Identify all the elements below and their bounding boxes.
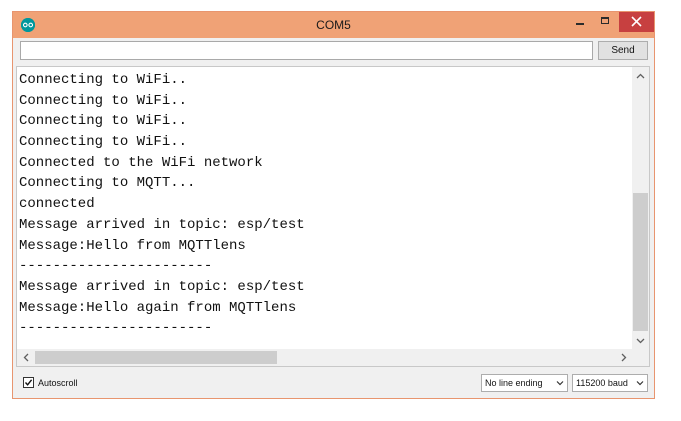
chevron-right-icon[interactable] — [615, 349, 632, 366]
vertical-scroll-thumb[interactable] — [633, 193, 648, 331]
chevron-down-icon — [556, 381, 564, 386]
maximize-button[interactable] — [593, 12, 619, 32]
minimize-icon — [576, 23, 584, 25]
arduino-icon — [21, 18, 35, 32]
output-line: Connecting to WiFi.. — [19, 72, 188, 88]
output-lines: Connecting to WiFi.. Connecting to WiFi.… — [19, 70, 305, 339]
output-line: Connected to the WiFi network — [19, 154, 263, 171]
output-line: ----------------------- — [19, 258, 213, 275]
scrollbar-corner — [632, 349, 649, 366]
chevron-down-icon[interactable] — [632, 332, 649, 349]
line-ending-select[interactable]: No line ending — [481, 374, 568, 392]
output-line: Message arrived in topic: esp/test — [19, 216, 305, 233]
horizontal-scroll-thumb[interactable] — [35, 351, 277, 364]
autoscroll-checkbox[interactable]: Autoscroll — [23, 377, 78, 388]
output-line: Connecting to MQTT... — [19, 175, 196, 192]
output-line: Message:Hello from MQTTlens — [19, 237, 246, 254]
output-line: Message:Hello again from MQTTlens — [19, 299, 297, 316]
serial-output[interactable]: Connecting to WiFi.. Connecting to WiFi.… — [16, 66, 650, 367]
chevron-left-icon[interactable] — [17, 349, 34, 366]
line-ending-value: No line ending — [485, 378, 543, 388]
close-icon — [631, 16, 642, 27]
checkmark-icon — [24, 379, 33, 386]
chevron-down-icon — [636, 381, 644, 386]
bottom-bar: Autoscroll No line ending 115200 baud — [13, 370, 654, 397]
chevron-up-icon[interactable] — [632, 67, 649, 84]
baud-rate-select[interactable]: 115200 baud — [572, 374, 648, 392]
window-title: COM5 — [316, 18, 351, 32]
serial-input[interactable] — [20, 41, 593, 60]
vertical-scrollbar[interactable] — [632, 67, 649, 349]
output-line: Connecting to WiFi.. — [19, 113, 188, 130]
checkbox-box[interactable] — [23, 377, 34, 388]
minimize-button[interactable] — [567, 12, 593, 32]
output-line: connected — [19, 196, 95, 213]
maximize-icon — [601, 17, 609, 24]
serial-monitor-window: COM5 Send Connecting to WiFi.. Connectin… — [12, 11, 655, 399]
autoscroll-label: Autoscroll — [38, 377, 78, 388]
output-line: ----------------------- — [19, 320, 213, 337]
output-line: Connecting to WiFi.. — [19, 134, 188, 151]
title-bar[interactable]: COM5 — [13, 12, 654, 38]
close-button[interactable] — [619, 12, 654, 32]
horizontal-scrollbar[interactable] — [17, 349, 632, 366]
output-line: Connecting to WiFi.. — [19, 92, 188, 109]
output-line: Message arrived in topic: esp/test — [19, 278, 305, 295]
send-row: Send — [13, 38, 654, 65]
baud-rate-value: 115200 baud — [576, 378, 628, 388]
send-button[interactable]: Send — [598, 41, 648, 60]
